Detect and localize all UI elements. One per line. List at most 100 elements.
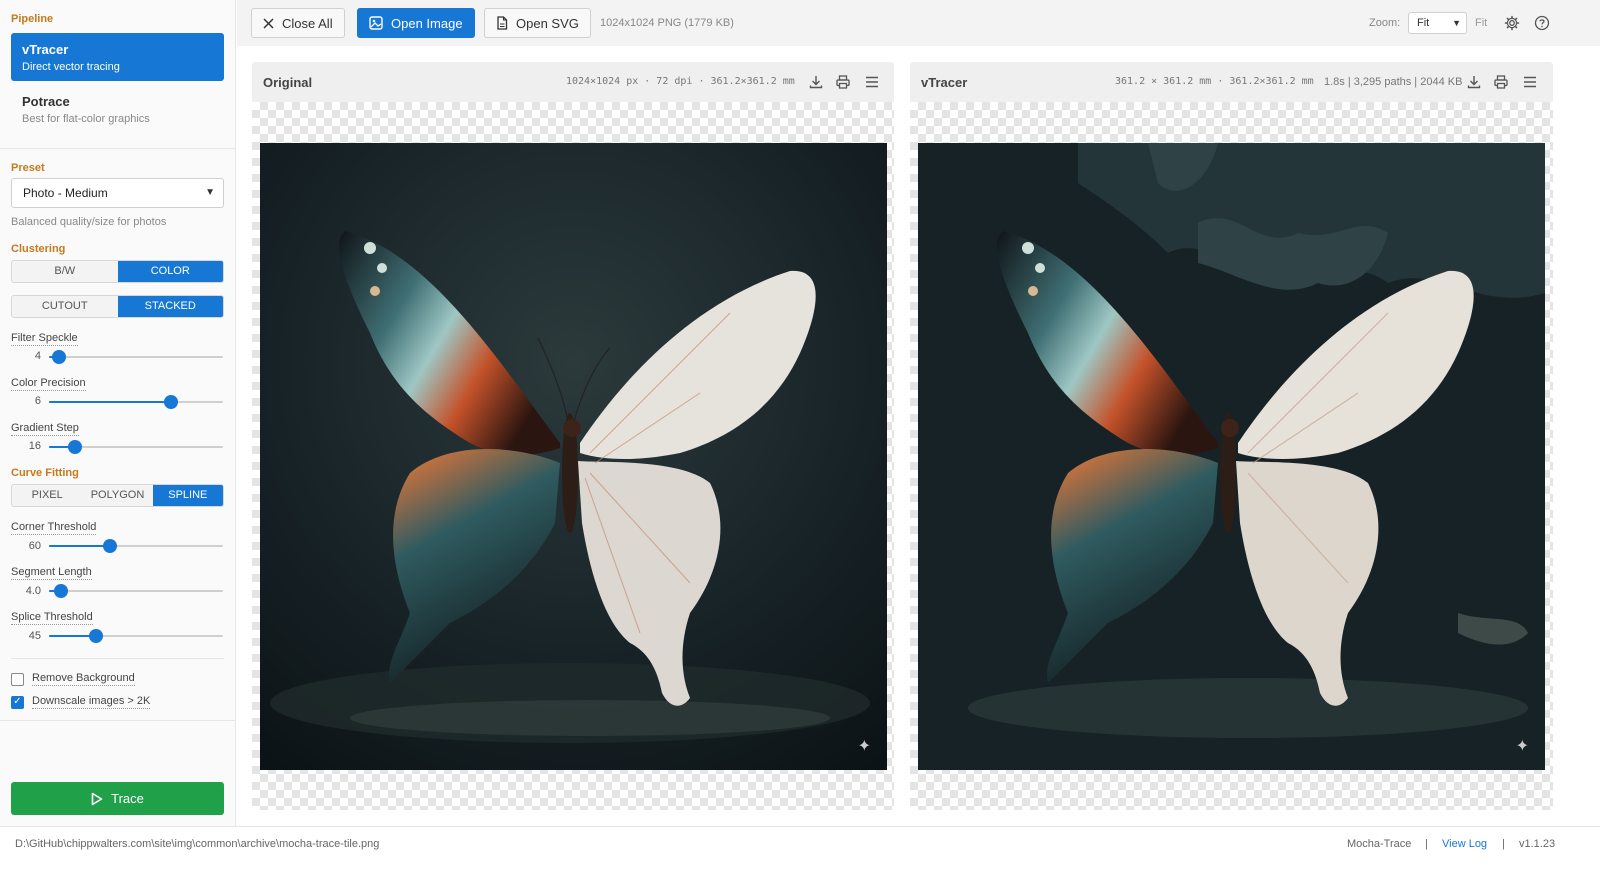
print-icon[interactable] (835, 74, 851, 90)
file-info: 1024x1024 PNG (1779 KB) (600, 17, 734, 29)
divider (0, 720, 236, 721)
close-icon (263, 17, 274, 29)
fit-button[interactable]: Fit (1475, 17, 1487, 29)
file-path: D:\GitHub\chippwalters.com\site\img\comm… (15, 838, 380, 850)
pipeline-potrace-subtitle: Best for flat-color graphics (22, 113, 150, 125)
panel-header: vTracer 361.2 × 361.2 mm · 361.2×361.2 m… (910, 62, 1553, 102)
chevron-down-icon: ▼ (1452, 18, 1461, 28)
close-all-label: Close All (282, 15, 333, 31)
preset-select[interactable]: Photo - Medium ▼ (11, 178, 224, 208)
remove-background-label: Remove Background (32, 672, 135, 686)
segment-length-slider[interactable] (49, 584, 223, 598)
curve-mode-toggle: PIXEL POLYGON SPLINE (11, 484, 224, 507)
original-info: 1024×1024 px · 72 dpi · 361.2×361.2 mm (566, 76, 795, 87)
color-mode-color[interactable]: COLOR (117, 261, 223, 282)
menu-icon[interactable] (1522, 74, 1538, 90)
color-precision-label: Color Precision (11, 377, 86, 391)
traced-panel: vTracer 361.2 × 361.2 mm · 361.2×361.2 m… (910, 62, 1553, 810)
panel-header: Original 1024×1024 px · 72 dpi · 361.2×3… (252, 62, 894, 102)
segment-length-label: Segment Length (11, 566, 92, 580)
curve-mode-polygon[interactable]: POLYGON (82, 485, 152, 506)
print-icon[interactable] (1493, 74, 1509, 90)
zoom-value: Fit (1417, 17, 1430, 29)
preset-title: Preset (11, 162, 45, 174)
traced-stats: 1.8s | 3,295 paths | 2044 KB (1324, 76, 1463, 88)
sparkle-icon: ✦ (857, 738, 871, 755)
chevron-down-icon: ▼ (205, 187, 215, 198)
corner-threshold-value: 60 (28, 540, 41, 552)
hierarchy-stacked[interactable]: STACKED (117, 296, 223, 317)
original-panel: Original 1024×1024 px · 72 dpi · 361.2×3… (252, 62, 894, 810)
open-image-label: Open Image (391, 15, 463, 31)
menu-icon[interactable] (864, 74, 880, 90)
hierarchy-cutout[interactable]: CUTOUT (12, 296, 118, 317)
zoom-select[interactable]: Fit ▼ (1408, 12, 1467, 34)
slider-thumb[interactable] (68, 440, 83, 454)
corner-threshold-label: Corner Threshold (11, 521, 97, 535)
color-mode-toggle: B/W COLOR (11, 260, 224, 283)
help-icon[interactable] (1534, 15, 1550, 31)
trace-button[interactable]: Trace (11, 782, 224, 815)
downscale-label: Downscale images > 2K (32, 695, 151, 709)
original-image: ✦ (260, 143, 887, 770)
pipeline-potrace[interactable]: Potrace Best for flat-color graphics (11, 85, 224, 133)
gradient-step-slider[interactable] (49, 440, 223, 454)
slider-thumb[interactable] (88, 629, 103, 643)
segment-length-value: 4.0 (25, 585, 41, 597)
preset-value: Photo - Medium (23, 186, 108, 200)
download-icon[interactable] (808, 74, 824, 90)
curve-mode-pixel[interactable]: PIXEL (12, 485, 82, 506)
gradient-step-value: 16 (28, 440, 41, 452)
divider (0, 148, 236, 149)
open-svg-button[interactable]: Open SVG (484, 8, 591, 38)
traced-image: ✦ (918, 143, 1545, 770)
slider-thumb[interactable] (102, 539, 117, 553)
corner-threshold-slider[interactable] (49, 539, 223, 553)
color-precision-slider[interactable] (49, 395, 223, 409)
remove-background-checkbox[interactable]: Remove Background (11, 672, 135, 686)
pipeline-vtracer[interactable]: vTracer Direct vector tracing (11, 33, 224, 81)
clustering-title: Clustering (11, 243, 66, 255)
view-log-link[interactable]: View Log (1442, 838, 1487, 850)
version: v1.1.23 (1519, 838, 1556, 850)
traced-info: 361.2 × 361.2 mm · 361.2×361.2 mm (1115, 76, 1314, 87)
gear-icon[interactable] (1504, 15, 1520, 31)
butterfly-image (260, 143, 887, 770)
preset-hint: Balanced quality/size for photos (11, 216, 167, 228)
checkbox-box[interactable] (11, 672, 24, 686)
slider-thumb[interactable] (163, 395, 178, 409)
color-mode-bw[interactable]: B/W (12, 261, 118, 282)
slider-thumb[interactable] (52, 350, 67, 364)
open-svg-label: Open SVG (516, 15, 579, 31)
divider (11, 658, 224, 659)
curve-fitting-title: Curve Fitting (11, 467, 79, 479)
traced-butterfly-image (918, 143, 1545, 770)
traced-title: vTracer (921, 75, 968, 90)
separator: | (1502, 838, 1505, 850)
filter-speckle-value: 4 (34, 350, 41, 362)
status-bar: D:\GitHub\chippwalters.com\site\img\comm… (0, 826, 1600, 874)
download-icon[interactable] (1466, 74, 1482, 90)
sidebar: Pipeline vTracer Direct vector tracing P… (0, 0, 236, 826)
curve-mode-spline[interactable]: SPLINE (152, 485, 223, 506)
pipeline-potrace-title: Potrace (22, 94, 70, 109)
sparkle-icon: ✦ (1515, 738, 1529, 755)
checkbox-box[interactable]: ✓ (11, 695, 24, 709)
zoom-label: Zoom: (1369, 17, 1401, 29)
file-icon (497, 16, 508, 30)
separator: | (1425, 838, 1428, 850)
filter-speckle-label: Filter Speckle (11, 332, 78, 346)
slider-thumb[interactable] (54, 584, 69, 598)
trace-label: Trace (111, 791, 144, 806)
downscale-checkbox[interactable]: ✓ Downscale images > 2K (11, 695, 151, 709)
pipeline-vtracer-title: vTracer (22, 42, 69, 57)
pipeline-vtracer-subtitle: Direct vector tracing (22, 61, 120, 73)
pipeline-title: Pipeline (11, 13, 54, 25)
splice-threshold-slider[interactable] (49, 629, 223, 643)
filter-speckle-slider[interactable] (49, 350, 223, 364)
close-all-button[interactable]: Close All (251, 8, 345, 38)
play-icon (91, 792, 103, 805)
splice-threshold-value: 45 (28, 630, 41, 642)
open-image-button[interactable]: Open Image (357, 8, 475, 38)
gradient-step-label: Gradient Step (11, 422, 79, 436)
